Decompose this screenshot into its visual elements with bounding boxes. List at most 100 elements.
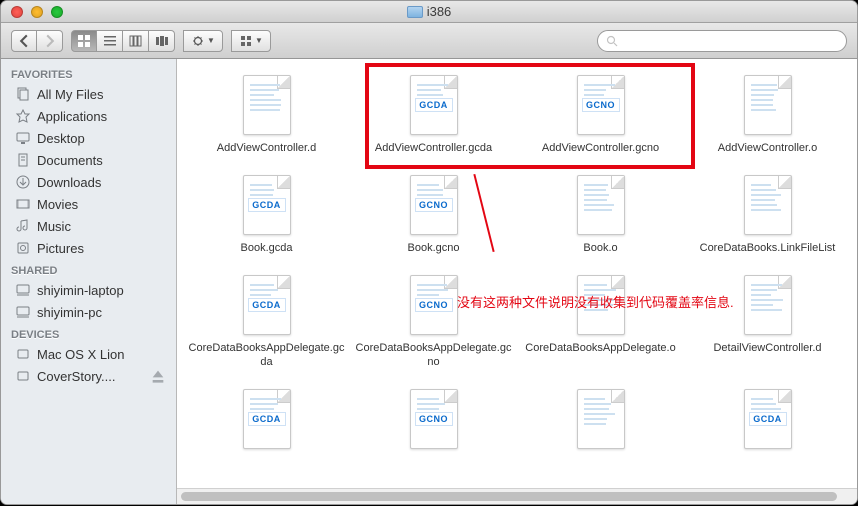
desktop-icon xyxy=(15,130,31,146)
file-icon: GCNO xyxy=(410,175,458,235)
file-item[interactable]: GCNO CoreDataBooksAppDelegate.gcno xyxy=(350,269,517,383)
sidebar-header-devices: DEVICES xyxy=(1,323,176,343)
file-icon xyxy=(243,75,291,135)
file-label: AddViewController.d xyxy=(217,141,316,155)
sidebar-item-applications[interactable]: Applications xyxy=(1,105,176,127)
file-item[interactable]: AddViewController.o xyxy=(684,69,851,169)
file-item[interactable]: CoreDataBooksAppDelegate.o xyxy=(517,269,684,383)
file-label: Book.o xyxy=(583,241,617,255)
file-label: CoreDataBooksAppDelegate.gcno xyxy=(354,341,514,370)
action-menu-button[interactable]: ▼ xyxy=(183,30,223,52)
finder-window: i386 ▼ ▼ FAVORITES All My Files Applicat xyxy=(1,1,857,504)
file-label: CoreDataBooksAppDelegate.gcda xyxy=(187,341,347,370)
file-label: CoreDataBooksAppDelegate.o xyxy=(525,341,675,355)
sidebar-item-allfiles[interactable]: All My Files xyxy=(1,83,176,105)
file-icon xyxy=(744,275,792,335)
sidebar-item-laptop[interactable]: shiyimin-laptop xyxy=(1,279,176,301)
file-icon: GCDA xyxy=(410,75,458,135)
documents-icon xyxy=(15,152,31,168)
minimize-button[interactable] xyxy=(31,6,43,18)
sidebar-item-pictures[interactable]: Pictures xyxy=(1,237,176,259)
sidebar-item-pc[interactable]: shiyimin-pc xyxy=(1,301,176,323)
file-item[interactable]: Book.o xyxy=(517,169,684,269)
title-text: i386 xyxy=(427,4,452,19)
file-item[interactable]: GCNO AddViewController.gcno xyxy=(517,69,684,169)
close-button[interactable] xyxy=(11,6,23,18)
apps-icon xyxy=(15,108,31,124)
file-icon: GCDA xyxy=(243,175,291,235)
eject-icon[interactable] xyxy=(150,368,166,384)
file-badge: GCDA xyxy=(248,198,286,212)
window-controls xyxy=(1,6,63,18)
file-item[interactable]: CoreDataBooks.LinkFileList xyxy=(684,169,851,269)
file-item[interactable]: GCNOBook.gcno xyxy=(350,169,517,269)
sidebar-item-macos[interactable]: Mac OS X Lion xyxy=(1,343,176,365)
file-icon xyxy=(577,275,625,335)
sidebar-item-downloads[interactable]: Downloads xyxy=(1,171,176,193)
file-label: CoreDataBooks.LinkFileList xyxy=(700,241,836,255)
file-icon xyxy=(744,75,792,135)
sidebar-item-desktop[interactable]: Desktop xyxy=(1,127,176,149)
coverflow-view-button[interactable] xyxy=(149,30,175,52)
sidebar-item-coverstory[interactable]: CoverStory.... xyxy=(1,365,176,387)
sidebar-item-documents[interactable]: Documents xyxy=(1,149,176,171)
arrange-menu-button[interactable]: ▼ xyxy=(231,30,271,52)
computer-icon xyxy=(15,282,31,298)
forward-button[interactable] xyxy=(37,30,63,52)
list-view-button[interactable] xyxy=(97,30,123,52)
file-icon xyxy=(577,175,625,235)
disk-icon xyxy=(15,368,31,384)
sidebar-item-movies[interactable]: Movies xyxy=(1,193,176,215)
file-badge: GCDA xyxy=(248,298,286,312)
file-icon: GCDA xyxy=(744,389,792,449)
file-item[interactable]: DetailViewController.d xyxy=(684,269,851,383)
titlebar: i386 xyxy=(1,1,857,23)
file-label: AddViewController.o xyxy=(718,141,817,155)
file-icon xyxy=(577,389,625,449)
arrange-buttons: ▼ xyxy=(231,30,271,52)
toolbar: ▼ ▼ xyxy=(1,23,857,59)
file-item[interactable]: GCDA xyxy=(684,383,851,468)
horizontal-scrollbar[interactable] xyxy=(177,488,857,504)
file-item[interactable]: AddViewController.d xyxy=(183,69,350,169)
file-icon: GCNO xyxy=(410,275,458,335)
icon-view-button[interactable] xyxy=(71,30,97,52)
file-label: DetailViewController.d xyxy=(713,341,821,355)
folder-icon xyxy=(407,6,423,18)
file-item[interactable]: GCDA CoreDataBooksAppDelegate.gcda xyxy=(183,269,350,383)
file-item[interactable] xyxy=(517,383,684,468)
file-icon xyxy=(744,175,792,235)
view-buttons xyxy=(71,30,175,52)
file-label: AddViewController.gcno xyxy=(542,141,659,155)
file-item[interactable]: GCDABook.gcda xyxy=(183,169,350,269)
search-input[interactable] xyxy=(622,35,838,47)
column-view-button[interactable] xyxy=(123,30,149,52)
zoom-button[interactable] xyxy=(51,6,63,18)
file-icon: GCDA xyxy=(243,389,291,449)
file-icon: GCNO xyxy=(577,75,625,135)
back-button[interactable] xyxy=(11,30,37,52)
search-field[interactable] xyxy=(597,30,847,52)
all-files-icon xyxy=(15,86,31,102)
music-icon xyxy=(15,218,31,234)
pictures-icon xyxy=(15,240,31,256)
movies-icon xyxy=(15,196,31,212)
file-badge: GCDA xyxy=(415,98,453,112)
file-icon: GCNO xyxy=(410,389,458,449)
file-item[interactable]: GCNO xyxy=(350,383,517,468)
file-icon: GCDA xyxy=(243,275,291,335)
disk-icon xyxy=(15,346,31,362)
sidebar-header-favorites: FAVORITES xyxy=(1,63,176,83)
file-badge: GCNO xyxy=(415,198,453,212)
sidebar: FAVORITES All My Files Applications Desk… xyxy=(1,59,177,504)
action-buttons: ▼ xyxy=(183,30,223,52)
scrollbar-thumb[interactable] xyxy=(181,492,837,501)
downloads-icon xyxy=(15,174,31,190)
file-item[interactable]: GCDAAddViewController.gcda xyxy=(350,69,517,169)
sidebar-header-shared: SHARED xyxy=(1,259,176,279)
sidebar-item-music[interactable]: Music xyxy=(1,215,176,237)
file-badge: GCDA xyxy=(749,412,787,426)
file-grid[interactable]: AddViewController.dGCDAAddViewController… xyxy=(177,59,857,488)
window-title: i386 xyxy=(1,4,857,19)
file-item[interactable]: GCDA xyxy=(183,383,350,468)
